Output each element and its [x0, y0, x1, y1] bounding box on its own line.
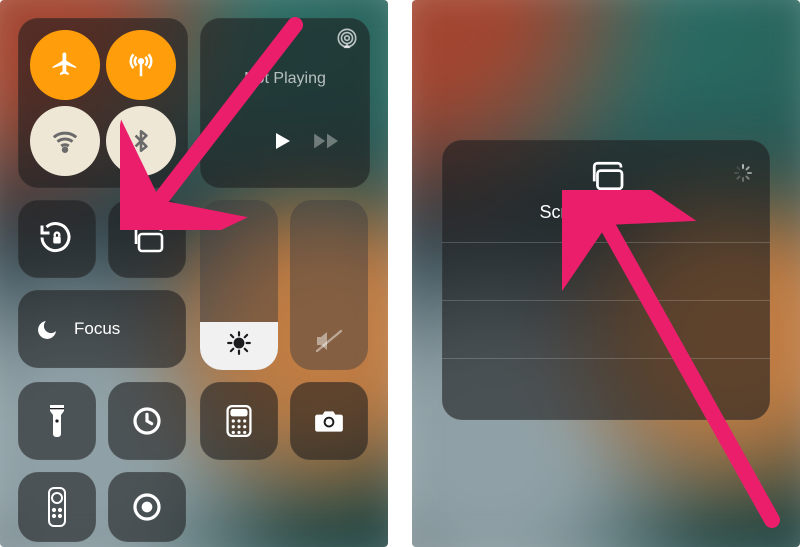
wifi-icon [50, 126, 80, 156]
screen-record-button[interactable] [108, 472, 186, 542]
flashlight-icon [47, 404, 67, 438]
control-center-screenshot: Not Playing Focus [0, 0, 388, 547]
now-playing-tile[interactable]: Not Playing [200, 18, 370, 188]
volume-slider[interactable] [290, 200, 368, 370]
screen-mirroring-sheet-icon [442, 160, 770, 192]
forward-button[interactable] [312, 130, 342, 152]
calculator-button[interactable] [200, 382, 278, 460]
screen-mirroring-screenshot: Screen Mirroring [412, 0, 800, 547]
wifi-toggle[interactable] [30, 106, 100, 176]
antenna-icon [126, 50, 156, 80]
brightness-slider[interactable] [200, 200, 278, 370]
brightness-icon [200, 330, 278, 356]
forward-icon [312, 130, 342, 152]
focus-label: Focus [74, 319, 120, 339]
record-icon [131, 491, 163, 523]
orientation-lock-button[interactable] [18, 200, 96, 278]
volume-mute-icon [290, 328, 368, 354]
camera-icon [313, 408, 345, 434]
loading-spinner-icon [734, 164, 752, 182]
bluetooth-icon [128, 126, 154, 156]
timer-button[interactable] [108, 382, 186, 460]
screen-mirroring-icon [129, 224, 165, 254]
airplay-audio-icon[interactable] [336, 28, 358, 50]
screenshot-divider [388, 0, 412, 547]
cellular-data-toggle[interactable] [106, 30, 176, 100]
airplane-icon [50, 50, 80, 80]
now-playing-status: Not Playing [200, 70, 370, 88]
play-button[interactable] [270, 128, 294, 154]
mirroring-device-row[interactable] [442, 358, 770, 416]
connectivity-group[interactable] [18, 18, 188, 188]
calculator-icon [225, 405, 253, 437]
moon-icon [36, 317, 60, 341]
bluetooth-toggle[interactable] [106, 106, 176, 176]
lock-rotation-icon [39, 221, 75, 257]
remote-icon [47, 486, 67, 528]
screen-mirroring-button[interactable] [108, 200, 186, 278]
focus-button[interactable]: Focus [18, 290, 186, 368]
timer-icon [131, 405, 163, 437]
screen-mirroring-sheet-title: Screen Mirroring [442, 202, 770, 223]
mirroring-device-row[interactable] [442, 242, 770, 300]
camera-button[interactable] [290, 382, 368, 460]
mirroring-device-row[interactable] [442, 300, 770, 358]
apple-tv-remote-button[interactable] [18, 472, 96, 542]
flashlight-button[interactable] [18, 382, 96, 460]
airplane-mode-toggle[interactable] [30, 30, 100, 100]
play-icon [270, 128, 294, 154]
screen-mirroring-sheet[interactable]: Screen Mirroring [442, 140, 770, 420]
